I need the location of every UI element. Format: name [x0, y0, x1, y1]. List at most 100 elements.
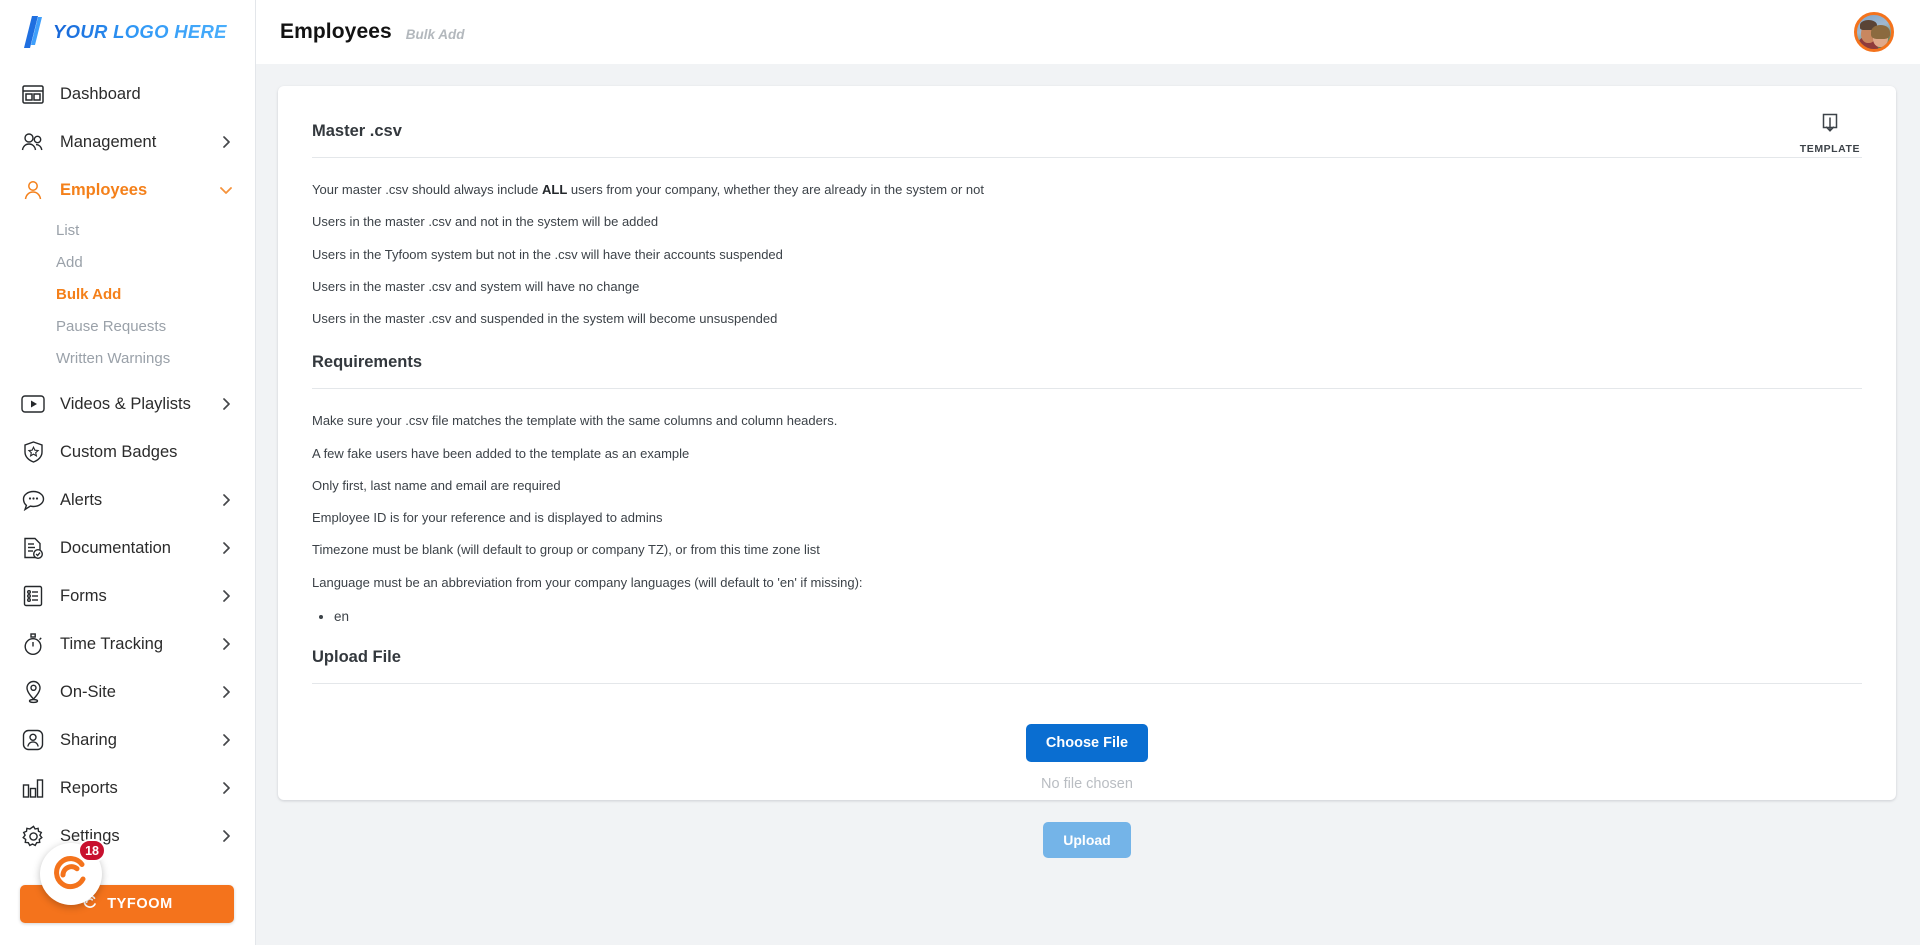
sidebar-item-employees[interactable]: Employees — [0, 166, 255, 214]
sidebar-item-label: Documentation — [60, 538, 171, 557]
chevron-right-icon — [219, 493, 233, 507]
chevron-right-icon — [219, 541, 233, 555]
sidebar-item-videos-playlists[interactable]: Videos & Playlists — [0, 380, 255, 428]
tyfoom-swirl-icon[interactable]: 18 — [40, 839, 106, 905]
master-csv-line-1-strong: ALL — [542, 182, 568, 197]
choose-file-button[interactable]: Choose File — [1025, 723, 1149, 762]
download-template-button[interactable]: TEMPLATE — [1800, 112, 1860, 155]
chevron-right-icon — [219, 135, 233, 149]
language-list: en — [312, 603, 1862, 630]
sidebar-item-time-tracking[interactable]: Time Tracking — [0, 620, 255, 668]
sidebar-subitem-label: Written Warnings — [56, 349, 171, 367]
master-csv-lines: Your master .csv should always include A… — [312, 158, 1862, 347]
tyfoom-label: TYFOOM — [107, 896, 173, 912]
sidebar-subitem-add[interactable]: Add — [0, 246, 255, 278]
sidebar-item-label: Videos & Playlists — [60, 394, 191, 413]
sidebar-item-documentation[interactable]: Documentation — [0, 524, 255, 572]
sidebar-item-sharing[interactable]: Sharing — [0, 716, 255, 764]
master-csv-line-3: Users in the Tyfoom system but not in th… — [312, 246, 783, 262]
main-area: Employees Bulk Add TEMPLATE Master .csv … — [256, 0, 1920, 945]
slant-bars-logo-icon — [22, 15, 44, 49]
sidebar-subitem-pause-requests[interactable]: Pause Requests — [0, 310, 255, 342]
tyfoom-widget[interactable]: TYFOOM 18 — [20, 839, 234, 923]
sidebar-item-label: Time Tracking — [60, 634, 163, 653]
sidebar-item-label: Sharing — [60, 730, 117, 749]
upload-area: Choose File No file chosen Upload — [312, 684, 1862, 858]
sidebar-subitem-bulk-add[interactable]: Bulk Add — [0, 278, 255, 310]
employees-subnav: List Add Bulk Add Pause Requests Written… — [0, 214, 255, 380]
master-csv-line-4: Users in the master .csv and system will… — [312, 278, 640, 294]
dashboard-icon — [20, 81, 46, 107]
avatar-hair-right — [1871, 25, 1890, 39]
master-csv-line-5: Users in the master .csv and suspended i… — [312, 311, 778, 326]
no-file-chosen-text: No file chosen — [1041, 775, 1133, 792]
sidebar-item-forms[interactable]: Forms — [0, 572, 255, 620]
requirements-line-2: A few fake users have been added to the … — [312, 445, 690, 461]
sidebar-item-label: Forms — [60, 586, 107, 605]
sidebar-item-on-site[interactable]: On-Site — [0, 668, 255, 716]
avatar[interactable] — [1854, 12, 1894, 52]
topbar: Employees Bulk Add — [256, 0, 1920, 64]
bar-chart-icon — [20, 775, 46, 801]
sidebar: YOUR LOGO HERE Dashboard Management Empl… — [0, 0, 256, 945]
requirements-line-3: Only first, last name and email are requ… — [312, 477, 561, 493]
shield-star-icon — [20, 439, 46, 465]
chevron-right-icon — [219, 589, 233, 603]
sidebar-item-custom-badges[interactable]: Custom Badges — [0, 428, 255, 476]
sidebar-nav: Dashboard Management Employees List Add … — [0, 64, 255, 860]
sidebar-item-reports[interactable]: Reports — [0, 764, 255, 812]
sidebar-subitem-list[interactable]: List — [0, 214, 255, 246]
chevron-right-icon — [219, 781, 233, 795]
form-list-icon — [20, 583, 46, 609]
master-csv-line-1-suffix: users from your company, whether they ar… — [567, 182, 984, 197]
requirements-line-4: Employee ID is for your reference and is… — [312, 510, 663, 525]
upload-button[interactable]: Upload — [1043, 821, 1131, 858]
requirements-line-5: Timezone must be blank (will default to … — [312, 542, 820, 558]
sidebar-item-label: Custom Badges — [60, 442, 178, 461]
chevron-right-icon — [219, 637, 233, 651]
brand-logo-text: YOUR LOGO HERE — [53, 21, 227, 42]
page-content: TEMPLATE Master .csv Your master .csv sh… — [256, 64, 1920, 945]
master-csv-heading: Master .csv — [312, 122, 402, 140]
sidebar-item-management[interactable]: Management — [0, 118, 255, 166]
sidebar-item-label: Employees — [60, 180, 148, 199]
download-template-label: TEMPLATE — [1799, 143, 1860, 155]
sidebar-item-dashboard[interactable]: Dashboard — [0, 70, 255, 118]
stopwatch-icon — [20, 631, 46, 657]
sidebar-subitem-written-warnings[interactable]: Written Warnings — [0, 342, 255, 374]
bulk-add-card: TEMPLATE Master .csv Your master .csv sh… — [278, 86, 1896, 858]
sidebar-item-label: On-Site — [60, 682, 116, 701]
sidebar-item-label: Reports — [60, 778, 118, 797]
brand-logo[interactable]: YOUR LOGO HERE — [0, 0, 255, 64]
chevron-down-icon — [219, 183, 233, 197]
chat-bubble-icon — [20, 487, 46, 513]
chevron-right-icon — [219, 685, 233, 699]
sidebar-subitem-label: Add — [56, 253, 83, 271]
master-csv-line-1: Your master .csv should always include A… — [312, 174, 1862, 206]
sidebar-subitem-label: List — [56, 221, 80, 239]
breadcrumb: Bulk Add — [405, 26, 465, 42]
master-csv-line-1-prefix: Your master .csv should always include — [312, 182, 543, 197]
video-play-icon — [20, 391, 46, 417]
requirements-line-1: Make sure your .csv file matches the tem… — [312, 413, 838, 429]
master-csv-line-2: Users in the master .csv and not in the … — [312, 214, 659, 230]
users-icon — [20, 129, 46, 155]
document-check-icon — [20, 535, 46, 561]
list-item: en — [334, 603, 1862, 630]
sidebar-subitem-label: Pause Requests — [56, 317, 167, 335]
sidebar-subitem-label: Bulk Add — [56, 285, 122, 303]
page-title: Employees — [280, 20, 392, 43]
tyfoom-notification-count: 18 — [78, 839, 106, 862]
sidebar-item-label: Management — [60, 132, 157, 151]
upload-file-heading: Upload File — [312, 647, 401, 666]
sidebar-item-alerts[interactable]: Alerts — [0, 476, 255, 524]
requirements-heading: Requirements — [312, 353, 423, 372]
app-root: YOUR LOGO HERE Dashboard Management Empl… — [0, 0, 1920, 945]
download-icon — [1819, 112, 1841, 139]
sidebar-item-label: Dashboard — [60, 84, 141, 103]
chevron-right-icon — [219, 829, 233, 843]
requirements-lines: Make sure your .csv file matches the tem… — [312, 389, 1862, 642]
requirements-line-6: Language must be an abbreviation from yo… — [312, 574, 863, 590]
sidebar-item-label: Alerts — [60, 490, 103, 509]
user-icon — [20, 177, 46, 203]
